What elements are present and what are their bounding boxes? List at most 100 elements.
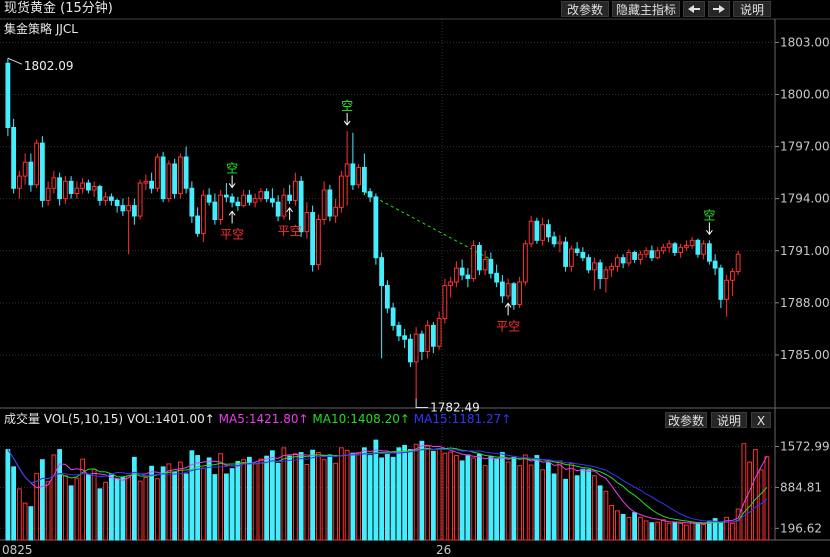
candle-body	[453, 267, 459, 283]
candle-body	[218, 194, 224, 220]
candle-body	[522, 243, 528, 283]
vol-help-button[interactable]: 说明	[711, 412, 747, 428]
candle-body	[511, 283, 517, 306]
candle-body	[361, 166, 367, 193]
close-signal-label: 平空	[496, 319, 520, 333]
candle-body	[425, 324, 431, 352]
candle-body	[126, 205, 132, 212]
candle-body	[649, 250, 655, 259]
volume-bar	[603, 490, 609, 541]
candle-body	[534, 220, 540, 241]
volume-bar	[223, 473, 229, 541]
volume-bar	[200, 467, 206, 541]
volume-bar	[143, 477, 149, 541]
vol-params-button[interactable]: 改参数	[665, 412, 707, 428]
candle-body	[338, 175, 344, 208]
volume-bar	[436, 448, 442, 541]
low-pointer	[415, 398, 429, 408]
volume-bar	[384, 453, 390, 541]
volume-bar	[344, 449, 350, 541]
params-button[interactable]: 改参数	[561, 1, 609, 17]
candle-body	[137, 182, 143, 217]
candle-body	[51, 177, 57, 189]
candle-body	[540, 224, 546, 241]
candle-body	[603, 269, 609, 280]
candle-body	[471, 245, 477, 280]
volume-bar	[195, 455, 201, 541]
candle-body	[442, 284, 448, 319]
candle-body	[390, 307, 396, 326]
candle-body	[718, 267, 724, 300]
left-arrow-icon	[688, 5, 700, 13]
candle-body	[264, 191, 270, 200]
volume-bar	[407, 449, 413, 541]
volume-legend: 成交量 VOL(5,10,15) VOL:1401.00↑ MA5:1421.8…	[4, 412, 511, 426]
volume-bar	[488, 456, 494, 541]
candle-body	[574, 248, 580, 253]
volume-bar	[471, 457, 477, 541]
candle-body	[448, 281, 454, 286]
volume-bar	[327, 454, 333, 541]
candle-body	[333, 206, 339, 217]
scroll-left-button[interactable]	[683, 1, 705, 17]
candle-body	[143, 180, 149, 184]
candle-body	[407, 338, 413, 363]
candle-body	[379, 257, 385, 286]
candle-body	[545, 224, 551, 238]
time-tick-label: 0825	[2, 543, 33, 557]
volume-bar	[97, 488, 103, 541]
candle-body	[701, 243, 707, 255]
volume-bar	[632, 512, 638, 541]
volume-bar	[586, 469, 592, 541]
volume-tick-label: 884.81	[780, 480, 822, 494]
sell-signal-label: 空	[703, 208, 715, 222]
candle-body	[269, 198, 275, 203]
candle-body	[80, 182, 86, 189]
candle-body	[568, 248, 574, 267]
candle-body	[637, 253, 643, 260]
volume-bar	[706, 520, 712, 541]
scroll-right-button[interactable]	[708, 1, 730, 17]
hide-indicator-button[interactable]: 隐藏主指标	[612, 1, 680, 17]
candle-body	[327, 189, 333, 217]
candle-body	[488, 258, 494, 274]
strategy-label: 集金策略 JJCL	[4, 22, 78, 36]
candle-body	[108, 196, 114, 201]
volume-bar	[45, 481, 51, 541]
candle-body	[344, 163, 350, 177]
candle-body	[28, 161, 34, 186]
candle-body	[177, 156, 183, 194]
candle-body	[551, 236, 557, 245]
volume-bar	[310, 449, 316, 541]
sell-signal-label: 空	[226, 161, 238, 175]
volume-bar	[183, 473, 189, 541]
candle-body	[39, 142, 45, 201]
candle-body	[459, 267, 465, 276]
candle-body	[482, 258, 488, 271]
candle-body	[689, 239, 695, 247]
volume-bar	[74, 477, 80, 541]
candle-body	[200, 194, 206, 234]
candle-body	[436, 317, 442, 347]
price-tick-label: 1797.00	[780, 140, 830, 154]
volume-bar	[5, 449, 11, 541]
volume-bar	[379, 457, 385, 541]
volume-bar	[568, 462, 574, 541]
help-button[interactable]: 说明	[733, 1, 771, 17]
chart-canvas: 1802.091782.49空空空平空 平空平空 1803.001800.0017…	[0, 18, 830, 557]
volume-bar	[695, 522, 701, 541]
volume-bar	[655, 521, 661, 541]
candle-body	[149, 180, 155, 189]
volume-bar	[62, 475, 68, 541]
volume-bar	[764, 456, 770, 541]
candle-body	[499, 281, 505, 297]
volume-bar	[741, 443, 747, 541]
price-tick-label: 1794.00	[780, 192, 830, 206]
vol-close-button[interactable]: X	[751, 412, 771, 428]
candle-body	[597, 262, 603, 280]
candle-body	[505, 283, 511, 297]
volume-bar	[620, 513, 626, 541]
volume-bar	[11, 466, 17, 541]
volume-bar	[609, 505, 615, 541]
volume-bar	[229, 468, 235, 541]
